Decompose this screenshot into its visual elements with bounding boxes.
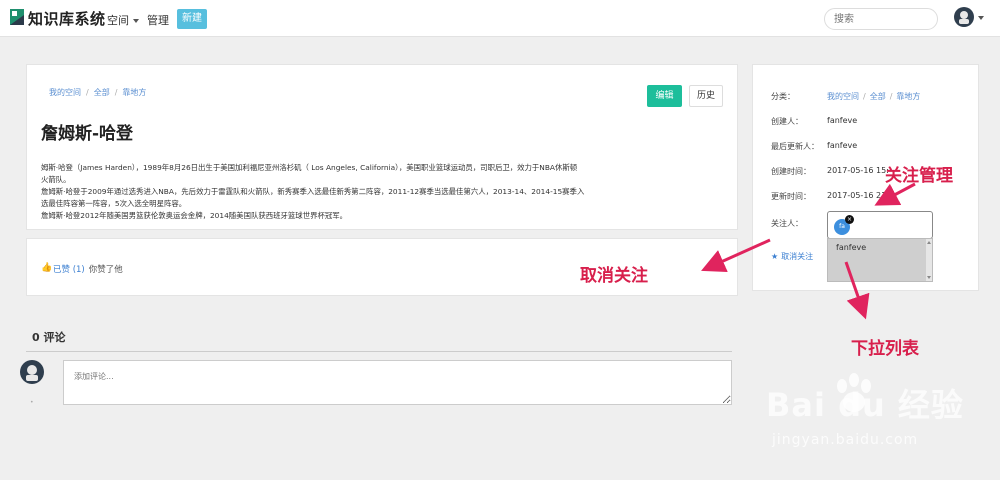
breadcrumb-item[interactable]: 靠地方 <box>122 88 146 97</box>
created-label: 创建时间： <box>771 167 811 176</box>
brand-title[interactable]: 知识库系统 <box>28 8 106 29</box>
watermark-url: jingyan.baidu.com <box>772 432 919 448</box>
unwatch-button[interactable]: ★ 取消关注 <box>771 251 813 262</box>
updated-value: 2017-05-16 21:0 <box>827 191 894 200</box>
category-label: 分类： <box>771 92 795 101</box>
content-line: 詹姆斯·哈登2012年随美国男篮获伦敦奥运会金牌，2014随美国队获西班牙篮球世… <box>41 211 348 220</box>
chevron-down-icon[interactable] <box>978 16 984 20</box>
logo-icon <box>10 9 24 25</box>
comments-divider <box>26 351 732 352</box>
content-line: 选最佳阵容第一阵容，5次入选全明星阵容。 <box>41 199 187 208</box>
thumbs-up-icon: 👍 <box>41 263 53 273</box>
watcher-dropdown[interactable]: fanfeve <box>827 238 933 282</box>
status-dot-icon: • <box>30 399 34 406</box>
category-path: 我的空间 / 全部 / 靠地方 <box>827 91 920 102</box>
annotation-manage: 关注管理 <box>885 166 953 186</box>
nav-space-menu[interactable]: 空间 <box>107 12 139 28</box>
like-extra-text: 你赞了他 <box>88 265 123 275</box>
watchers-input[interactable]: fa × <box>827 211 933 239</box>
creator-label: 创建人： <box>771 117 803 126</box>
like-label: 已赞 (1) <box>53 265 85 275</box>
search-input[interactable] <box>824 8 938 30</box>
creator-value: fanfeve <box>827 116 858 125</box>
category-item[interactable]: 靠地方 <box>896 92 920 101</box>
watermark-logo: Bai du 经验 <box>766 386 964 424</box>
category-item[interactable]: 我的空间 <box>827 92 859 101</box>
nav-manage[interactable]: 管理 <box>147 12 169 28</box>
scroll-up-icon[interactable] <box>927 241 931 244</box>
updated-label: 更新时间： <box>771 192 811 201</box>
content-line: 詹姆斯·哈登于2009年通过选秀进入NBA，先后效力于雷霆队和火箭队，新秀赛季入… <box>41 187 585 196</box>
breadcrumb-item[interactable]: 我的空间 <box>49 88 81 97</box>
commenter-avatar-icon <box>20 360 44 384</box>
scroll-down-icon[interactable] <box>927 276 931 279</box>
unwatch-label: 取消关注 <box>781 252 814 261</box>
dropdown-scrollbar[interactable] <box>926 239 932 281</box>
breadcrumb-item[interactable]: 全部 <box>94 88 110 97</box>
breadcrumb-separator: / <box>86 88 89 97</box>
comments-title: 0 评论 <box>32 331 66 344</box>
history-button[interactable]: 历史 <box>689 85 723 107</box>
created-value: 2017-05-16 15: <box>827 166 889 175</box>
annotation-dropdown: 下拉列表 <box>851 339 919 359</box>
content-line: 姆斯·哈登（James Harden），1989年8月26日出生于美国加利福尼亚… <box>41 163 578 172</box>
page-title: 詹姆斯-哈登 <box>41 124 134 144</box>
content-line: 火箭队。 <box>41 175 71 184</box>
breadcrumb-separator: / <box>863 92 866 101</box>
comment-input[interactable] <box>63 360 732 405</box>
chevron-down-icon <box>133 19 139 23</box>
article-content: 姆斯·哈登（James Harden），1989年8月26日出生于美国加利福尼亚… <box>41 162 621 222</box>
top-navbar: 知识库系统 空间 管理 新建 <box>0 0 1000 37</box>
breadcrumb: 我的空间 / 全部 / 靠地方 <box>49 87 146 98</box>
article-card: 我的空间 / 全部 / 靠地方 编辑 历史 詹姆斯-哈登 姆斯·哈登（James Har… <box>26 64 738 230</box>
watchers-label: 关注人： <box>771 219 803 228</box>
nav-space-label: 空间 <box>107 14 129 27</box>
edit-button[interactable]: 编辑 <box>647 85 682 107</box>
annotation-cancel: 取消关注 <box>580 266 648 286</box>
category-item[interactable]: 全部 <box>870 92 886 101</box>
star-icon: ★ <box>771 252 779 261</box>
like-button[interactable]: 已赞 (1) 你赞了他 <box>53 263 123 275</box>
breadcrumb-separator: / <box>114 88 118 97</box>
new-button[interactable]: 新建 <box>177 9 207 29</box>
last-updater-label: 最后更新人： <box>771 142 819 151</box>
dropdown-option[interactable]: fanfeve <box>836 243 866 252</box>
user-avatar-icon[interactable] <box>954 7 974 27</box>
remove-watcher-icon[interactable]: × <box>845 215 854 224</box>
breadcrumb-separator: / <box>889 92 893 101</box>
last-updater-value: fanfeve <box>827 141 858 150</box>
